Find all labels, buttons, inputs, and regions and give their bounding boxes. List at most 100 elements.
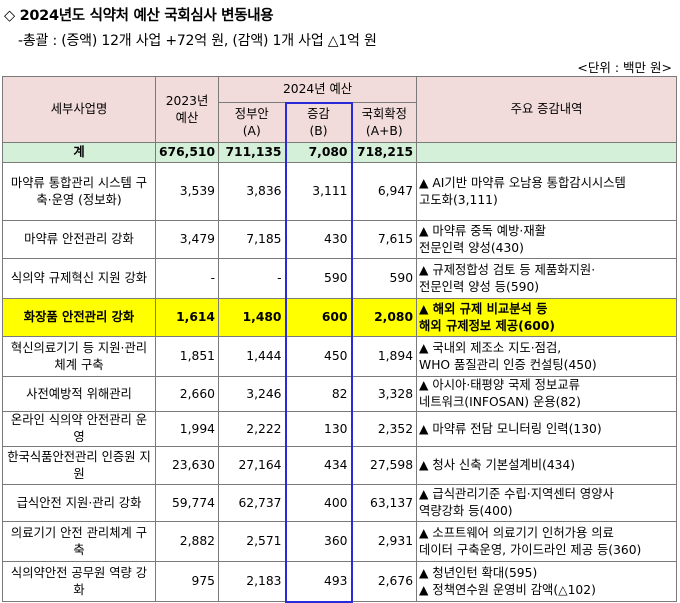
row-2023: 3,539: [155, 162, 219, 221]
row-name: 온라인 식의약 안전관리 운영: [2, 411, 156, 447]
table-row: 사전예방적 위해관리 2,660 3,246 82 3,328 ▲ 아시아·태평양 국제 …: [2, 376, 678, 412]
row-2023: 975: [155, 561, 219, 602]
row-gov: 7,185: [218, 220, 286, 259]
table-row: 마약류 안전관리 강화 3,479 7,185 430 7,615 ▲ 마약류 중독 예방…: [2, 220, 678, 259]
table-row: 온라인 식의약 안전관리 운영 1,994 2,222 130 2,352 ▲ 마약류 전…: [2, 411, 678, 447]
row-2023: 1,994: [155, 411, 219, 447]
table-row: 혁신의료기기 등 지원·관리체계 구축 1,851 1,444 450 1,894 ▲ 국…: [2, 336, 678, 377]
description-line: ▲ 소프트웨어 의료기기 인허가용 의료: [419, 525, 614, 540]
row-2023: 3,479: [155, 220, 219, 259]
row-final: 1,894: [350, 336, 418, 377]
description-line: ▲ 규제정합성 검토 등 제품화지원·: [419, 262, 596, 277]
table-row: 마약류 통합관리 시스템 구축·운영 (정보화) 3,539 3,836 3,111 6…: [2, 162, 678, 221]
description-line: ▲ 급식관리기준 수립·지역센터 영양사: [419, 487, 614, 501]
row-gov: 2,183: [218, 561, 286, 602]
description-line: 네트워크(INFOSAN) 운용(82): [419, 395, 581, 409]
row-change: 434: [284, 446, 353, 485]
row-name: 급식안전 지원·관리 강화: [2, 484, 156, 522]
description-line: 해외 규제정보 제공(600): [419, 318, 556, 333]
description-line: WHO 품질관리 인증 컨설팅(450): [419, 357, 597, 372]
row-2023: 1,614: [155, 298, 219, 337]
row-2023: -: [155, 258, 219, 299]
row-name: 사전예방적 위해관리: [2, 376, 156, 412]
table-row: 화장품 안전관리 강화 1,614 1,480 600 2,080 ▲ 해외 규제 비교분…: [2, 298, 678, 337]
table-row: 의료기기 안전 관리체계 구축 2,882 2,571 360 2,931 ▲ 소프트웨어…: [2, 521, 678, 562]
header-fin: 국회확정 (A+B): [350, 102, 418, 143]
row-gov: 2,571: [218, 521, 286, 562]
row-final: 3,328: [350, 376, 418, 412]
summary-line: -총괄 : (증액) 12개 사업 +72억 원, (감액) 1개 사업 △1억…: [18, 33, 377, 49]
row-name: 한국식품안전관리 인증원 지원: [2, 446, 156, 485]
total-row: 계 676,510 711,135 7,080 718,215: [2, 142, 678, 163]
description-line: ▲ 마약류 중독 예방·재활: [419, 223, 546, 238]
row-gov: 27,164: [218, 446, 286, 485]
description-line: 역량강화 등(400): [419, 504, 513, 518]
row-name: 의료기기 안전 관리체계 구축: [2, 521, 156, 562]
row-final: 7,615: [350, 220, 418, 259]
unit-label: <단위 : 백만 원>: [577, 60, 672, 75]
row-name: 마약류 안전관리 강화: [2, 220, 156, 259]
description-line: ▲ 청사 신축 기본설계비(434): [419, 458, 576, 472]
row-name: 식의약안전 공무원 역량 강화: [2, 561, 156, 602]
budget-table: 세부사업명 2023년 예산 2024년 예산 주요 증감내역 정부안 (A) 증…: [2, 76, 678, 603]
row-2023: 2,882: [155, 521, 219, 562]
row-name: 식의약 규제혁신 지원 강화: [2, 258, 156, 299]
row-change: 590: [284, 258, 353, 299]
row-change: 430: [284, 220, 353, 259]
row-gov: 1,480: [218, 298, 286, 337]
row-description: ▲ 해외 규제 비교분석 등해외 규제정보 제공(600): [416, 298, 678, 337]
row-gov: 3,836: [218, 162, 286, 221]
row-gov: 2,222: [218, 411, 286, 447]
row-2023: 2,660: [155, 376, 219, 412]
description-line: ▲ 국내외 제조소 지도·점검,: [419, 340, 562, 355]
table-row: 한국식품안전관리 인증원 지원 23,630 27,164 434 27,598 ▲ 청사…: [2, 446, 678, 485]
row-change: 360: [284, 521, 353, 562]
row-description: ▲ 청사 신축 기본설계비(434): [416, 446, 678, 485]
row-description: ▲ 소프트웨어 의료기기 인허가용 의료데이터 구축운영, 가이드라인 제공 등…: [416, 521, 678, 562]
header-gov: 정부안 (A): [218, 102, 286, 143]
row-final: 6,947: [350, 162, 418, 221]
row-change: 130: [284, 411, 353, 447]
description-line: ▲ 해외 규제 비교분석 등: [419, 301, 548, 316]
row-2023: 23,630: [155, 446, 219, 485]
description-line: ▲ 정책연수원 운영비 감액(△102): [419, 582, 596, 597]
header-desc: 주요 증감내역: [416, 76, 678, 143]
row-name: 마약류 통합관리 시스템 구축·운영 (정보화): [2, 162, 156, 221]
header-2023: 2023년 예산: [155, 76, 219, 143]
description-line: 데이터 구축운영, 가이드라인 제공 등(360): [419, 542, 642, 557]
row-final: 2,352: [350, 411, 418, 447]
row-gov: 3,246: [218, 376, 286, 412]
row-gov: 62,737: [218, 484, 286, 522]
description-line: 고도화(3,111): [419, 192, 498, 207]
row-description: ▲ 아시아·태평양 국제 정보교류네트워크(INFOSAN) 운용(82): [416, 376, 678, 412]
row-change: 600: [284, 298, 353, 337]
row-description: ▲ 청년인턴 확대(595) ▲ 정책연수원 운영비 감액(△102): [416, 561, 678, 602]
description-line: ▲ AI기반 마약류 오남용 통합감시시스템: [419, 175, 626, 190]
table-row: 식의약안전 공무원 역량 강화 975 2,183 493 2,676 ▲ 청년인턴 확대…: [2, 561, 678, 603]
page-title: ◇ 2024년도 식약처 예산 국회심사 변동내용: [4, 8, 274, 24]
row-final: 63,137: [350, 484, 418, 522]
row-final: 2,931: [350, 521, 418, 562]
header-name: 세부사업명: [2, 76, 156, 143]
row-change: 450: [284, 336, 353, 377]
description-line: ▲ 청년인턴 확대(595): [419, 565, 538, 580]
row-description: ▲ 급식관리기준 수립·지역센터 영양사역량강화 등(400): [416, 484, 678, 522]
row-final: 2,080: [350, 298, 418, 337]
row-description: ▲ 규제정합성 검토 등 제품화지원· 전문인력 양성 등(590): [416, 258, 678, 299]
table-row: 급식안전 지원·관리 강화 59,774 62,737 400 63,137 ▲ 급식관리…: [2, 484, 678, 522]
header-chg: 증감 (B): [284, 101, 353, 143]
row-name: 화장품 안전관리 강화: [2, 298, 156, 337]
row-final: 2,676: [350, 561, 418, 602]
row-description: ▲ 마약류 중독 예방·재활 전문인력 양성(430): [416, 220, 678, 259]
row-2023: 59,774: [155, 484, 219, 522]
row-name: 혁신의료기기 등 지원·관리체계 구축: [2, 336, 156, 377]
row-final: 27,598: [350, 446, 418, 485]
row-gov: 1,444: [218, 336, 286, 377]
row-change: 493: [284, 561, 353, 603]
row-description: ▲ 마약류 전담 모니터링 인력(130): [416, 411, 678, 447]
row-change: 3,111: [284, 162, 353, 221]
table-row: 식의약 규제혁신 지원 강화 - -590 590 ▲ 규제정합성 검토 등 제품화지원…: [2, 258, 678, 299]
description-line: ▲ 아시아·태평양 국제 정보교류: [419, 378, 580, 392]
row-description: ▲ 국내외 제조소 지도·점검, WHO 품질관리 인증 컨설팅(450): [416, 336, 678, 377]
description-line: ▲ 마약류 전담 모니터링 인력(130): [419, 421, 602, 436]
